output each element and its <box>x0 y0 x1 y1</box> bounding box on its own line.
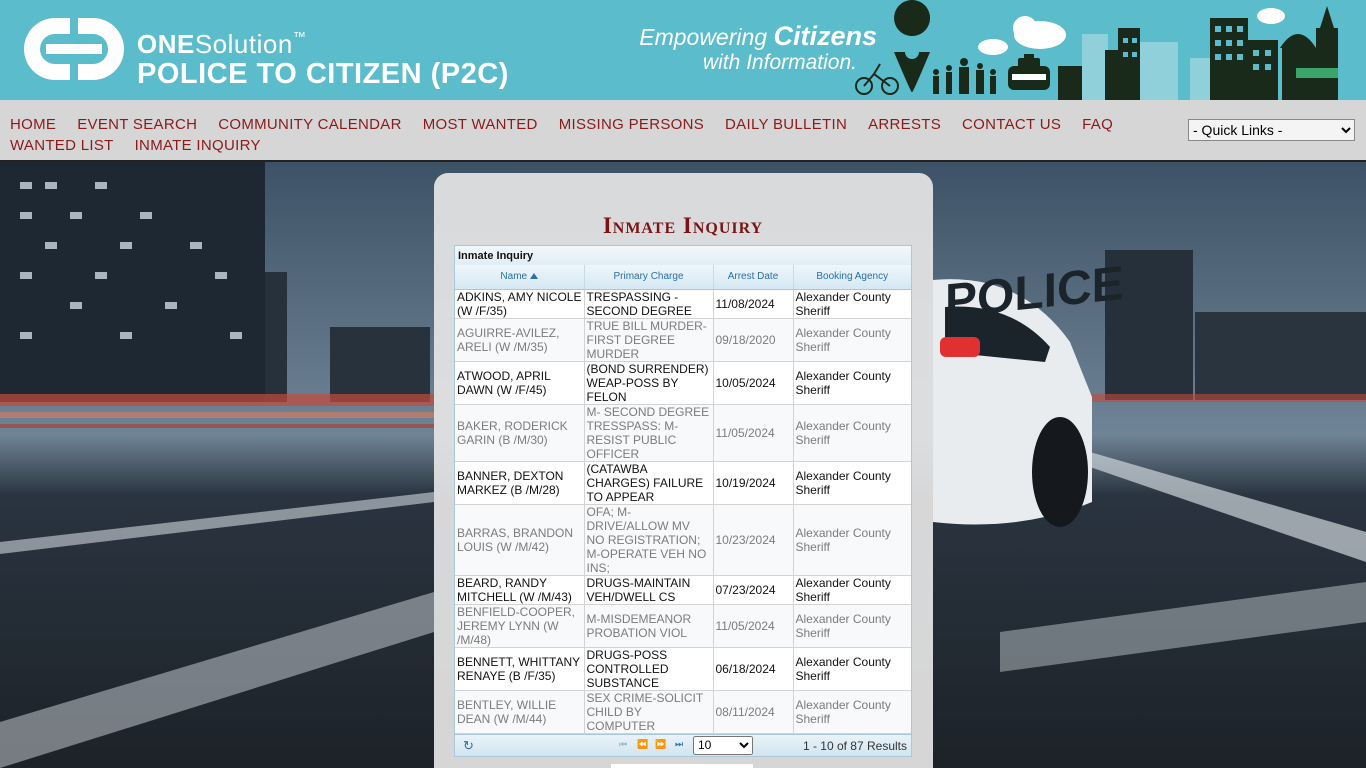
column-header-name[interactable]: Name <box>455 265 585 290</box>
inmate-grid: Inmate Inquiry Name Primary Charge Arres… <box>454 245 912 757</box>
header-banner: ONESolution™ POLICE TO CITIZEN (P2C) Emp… <box>0 0 1366 100</box>
grid-caption: Inmate Inquiry <box>455 246 911 265</box>
cell-charge: (BOND SURRENDER) WEAP-POSS BY FELON <box>584 361 714 405</box>
column-header-primary-charge[interactable]: Primary Charge <box>584 265 714 290</box>
brand-name: ONESolution™ <box>137 29 307 59</box>
cell-agency: Alexander County Sheriff <box>793 504 911 576</box>
table-row[interactable]: ATWOOD, APRIL DAWN (W /F/45) (BOND SURRE… <box>455 361 911 405</box>
cell-arrest-date: 10/05/2024 <box>713 361 794 405</box>
cell-charge: M-MISDEMEANOR PROBATION VIOL <box>584 604 714 648</box>
grid-pager: ↻ ⏮ ⏪ ⏩ ⏭ 10 1 - 10 of 87 Results <box>455 733 911 756</box>
cell-agency: Alexander County Sheriff <box>793 690 911 734</box>
cell-arrest-date: 10/23/2024 <box>713 504 794 576</box>
first-page-icon[interactable]: ⏮ <box>619 739 627 750</box>
cell-charge: M- SECOND DEGREE TRESSPASS: M-RESIST PUB… <box>584 404 714 462</box>
nav-most-wanted[interactable]: MOST WANTED <box>423 115 538 134</box>
cell-arrest-date: 11/05/2024 <box>713 604 794 648</box>
column-header-arrest-date[interactable]: Arrest Date <box>713 265 794 290</box>
nav-home[interactable]: HOME <box>10 115 56 134</box>
table-row[interactable]: BENNETT, WHITTANY RENAYE (B /F/35) DRUGS… <box>455 647 911 691</box>
nav-wanted-list[interactable]: WANTED LIST <box>10 136 114 155</box>
cell-arrest-date: 10/19/2024 <box>713 461 794 505</box>
table-row[interactable]: BARRAS, BRANDON LOUIS (W /M/42) OFA; M-D… <box>455 504 911 576</box>
cell-agency: Alexander County Sheriff <box>793 647 911 691</box>
table-row[interactable]: BAKER, RODERICK GARIN (B /M/30) M- SECON… <box>455 404 911 462</box>
cell-charge: SEX CRIME-SOLICIT CHILD BY COMPUTER <box>584 690 714 734</box>
cell-agency: Alexander County Sheriff <box>793 604 911 648</box>
table-header-row: Name Primary Charge Arrest Date Booking … <box>455 265 911 290</box>
cell-arrest-date: 11/05/2024 <box>713 404 794 462</box>
table-row[interactable]: BENTLEY, WILLIE DEAN (W /M/44) SEX CRIME… <box>455 690 911 734</box>
cell-charge: (CATAWBA CHARGES) FAILURE TO APPEAR <box>584 461 714 505</box>
page-title: Inmate Inquiry <box>602 213 764 238</box>
cell-name: AGUIRRE-AVILEZ, ARELI (W /M/35) <box>455 318 585 362</box>
nav-faq[interactable]: FAQ <box>1082 115 1113 134</box>
cell-name: ADKINS, AMY NICOLE (W /F/35) <box>455 289 585 319</box>
cell-name: BENTLEY, WILLIE DEAN (W /M/44) <box>455 690 585 734</box>
nav-inmate-inquiry[interactable]: INMATE INQUIRY <box>135 136 261 155</box>
cell-charge: TRESPASSING - SECOND DEGREE <box>584 289 714 319</box>
cell-agency: Alexander County Sheriff <box>793 575 911 605</box>
cell-name: BARRAS, BRANDON LOUIS (W /M/42) <box>455 504 585 576</box>
cell-arrest-date: 08/11/2024 <box>713 690 794 734</box>
onesolution-logo-icon <box>24 18 124 80</box>
main-nav: HOME EVENT SEARCH COMMUNITY CALENDAR MOS… <box>0 100 1366 162</box>
cell-name: BANNER, DEXTON MARKEZ (B /M/28) <box>455 461 585 505</box>
brand-text: ONESolution™ POLICE TO CITIZEN (P2C) <box>137 22 509 89</box>
next-page-icon[interactable]: ⏩ <box>655 739 666 750</box>
cell-charge: TRUE BILL MURDER-FIRST DEGREE MURDER <box>584 318 714 362</box>
cell-agency: Alexander County Sheriff <box>793 461 911 505</box>
cell-arrest-date: 11/08/2024 <box>713 289 794 319</box>
cell-name: ATWOOD, APRIL DAWN (W /F/45) <box>455 361 585 405</box>
cell-agency: Alexander County Sheriff <box>793 404 911 462</box>
nav-arrests[interactable]: ARRESTS <box>868 115 941 134</box>
nav-missing-persons[interactable]: MISSING PERSONS <box>559 115 704 134</box>
search-button-edge[interactable] <box>611 764 753 768</box>
inmate-table: Name Primary Charge Arrest Date Booking … <box>455 265 911 734</box>
cell-name: BEARD, RANDY MITCHELL (W /M/43) <box>455 575 585 605</box>
nav-community-calendar[interactable]: COMMUNITY CALENDAR <box>218 115 401 134</box>
table-row[interactable]: AGUIRRE-AVILEZ, ARELI (W /M/35) TRUE BIL… <box>455 318 911 362</box>
cell-charge: DRUGS-MAINTAIN VEH/DWELL CS <box>584 575 714 605</box>
cell-charge: DRUGS-POSS CONTROLLED SUBSTANCE <box>584 647 714 691</box>
tagline: Empowering Citizens with Information. <box>639 21 877 74</box>
results-count: 1 - 10 of 87 Results <box>802 738 907 753</box>
cell-agency: Alexander County Sheriff <box>793 361 911 405</box>
table-row[interactable]: BANNER, DEXTON MARKEZ (B /M/28) (CATAWBA… <box>455 461 911 505</box>
last-page-icon[interactable]: ⏭ <box>675 739 683 750</box>
sort-ascending-icon <box>530 273 539 280</box>
cell-agency: Alexander County Sheriff <box>793 318 911 362</box>
table-row[interactable]: ADKINS, AMY NICOLE (W /F/35) TRESPASSING… <box>455 289 911 319</box>
brand-product: POLICE TO CITIZEN (P2C) <box>137 58 509 90</box>
nav-daily-bulletin[interactable]: DAILY BULLETIN <box>725 115 847 134</box>
city-skyline-icon <box>855 0 1338 100</box>
table-row[interactable]: BENFIELD-COOPER, JEREMY LYNN (W /M/48) M… <box>455 604 911 648</box>
column-header-booking-agency[interactable]: Booking Agency <box>793 265 911 290</box>
nav-event-search[interactable]: EVENT SEARCH <box>77 115 197 134</box>
previous-page-icon[interactable]: ⏪ <box>637 739 648 750</box>
page-size-select[interactable]: 10 <box>693 735 753 755</box>
refresh-icon[interactable]: ↻ <box>463 738 474 754</box>
nav-links: HOME EVENT SEARCH COMMUNITY CALENDAR MOS… <box>10 115 1170 155</box>
cell-arrest-date: 07/23/2024 <box>713 575 794 605</box>
cell-name: BENFIELD-COOPER, JEREMY LYNN (W /M/48) <box>455 604 585 648</box>
cell-name: BENNETT, WHITTANY RENAYE (B /F/35) <box>455 647 585 691</box>
nav-contact-us[interactable]: CONTACT US <box>962 115 1061 134</box>
cell-arrest-date: 09/18/2020 <box>713 318 794 362</box>
quick-links-select[interactable]: - Quick Links - <box>1188 119 1355 141</box>
cell-charge: OFA; M-DRIVE/ALLOW MV NO REGISTRATION; M… <box>584 504 714 576</box>
cell-arrest-date: 06/18/2024 <box>713 647 794 691</box>
cell-name: BAKER, RODERICK GARIN (B /M/30) <box>455 404 585 462</box>
cell-agency: Alexander County Sheriff <box>793 289 911 319</box>
table-row[interactable]: BEARD, RANDY MITCHELL (W /M/43) DRUGS-MA… <box>455 575 911 605</box>
